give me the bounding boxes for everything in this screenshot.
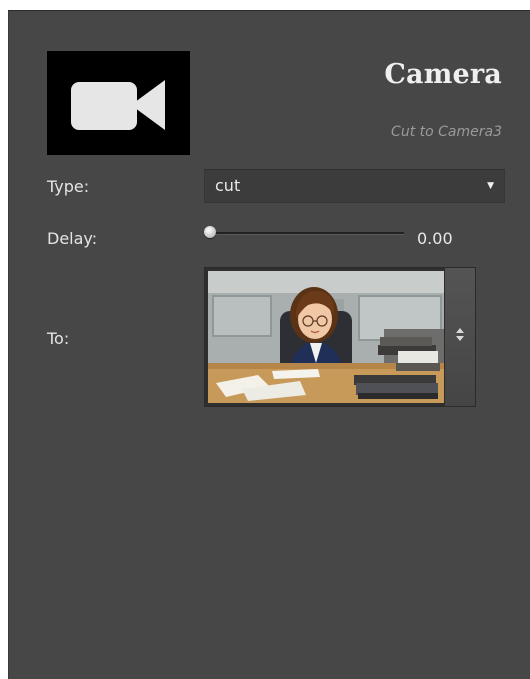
video-camera-icon — [71, 80, 165, 130]
delay-slider-track — [210, 232, 404, 235]
camera-preview-thumbnail[interactable] — [208, 271, 444, 403]
spinner-up-icon[interactable] — [456, 328, 464, 333]
camera-icon-tile — [47, 51, 190, 155]
caret-down-icon: ▼ — [487, 181, 494, 191]
to-label: To: — [47, 329, 70, 348]
panel-subtitle: Cut to Camera3 — [391, 124, 502, 140]
delay-slider[interactable] — [204, 224, 404, 242]
camera-target-spinner[interactable] — [444, 268, 475, 406]
delay-slider-thumb[interactable] — [204, 226, 216, 238]
delay-value: 0.00 — [417, 229, 453, 248]
delay-label: Delay: — [47, 229, 98, 248]
type-select[interactable]: cut ▼ — [204, 169, 505, 203]
panel-title: Camera — [384, 59, 502, 90]
spinner-down-icon[interactable] — [456, 336, 464, 341]
type-label: Type: — [47, 177, 90, 196]
camera-properties-panel: Camera Cut to Camera3 Type: cut ▼ Delay:… — [8, 10, 530, 679]
camera-target-picker[interactable] — [204, 267, 476, 407]
type-select-value: cut — [215, 176, 241, 195]
